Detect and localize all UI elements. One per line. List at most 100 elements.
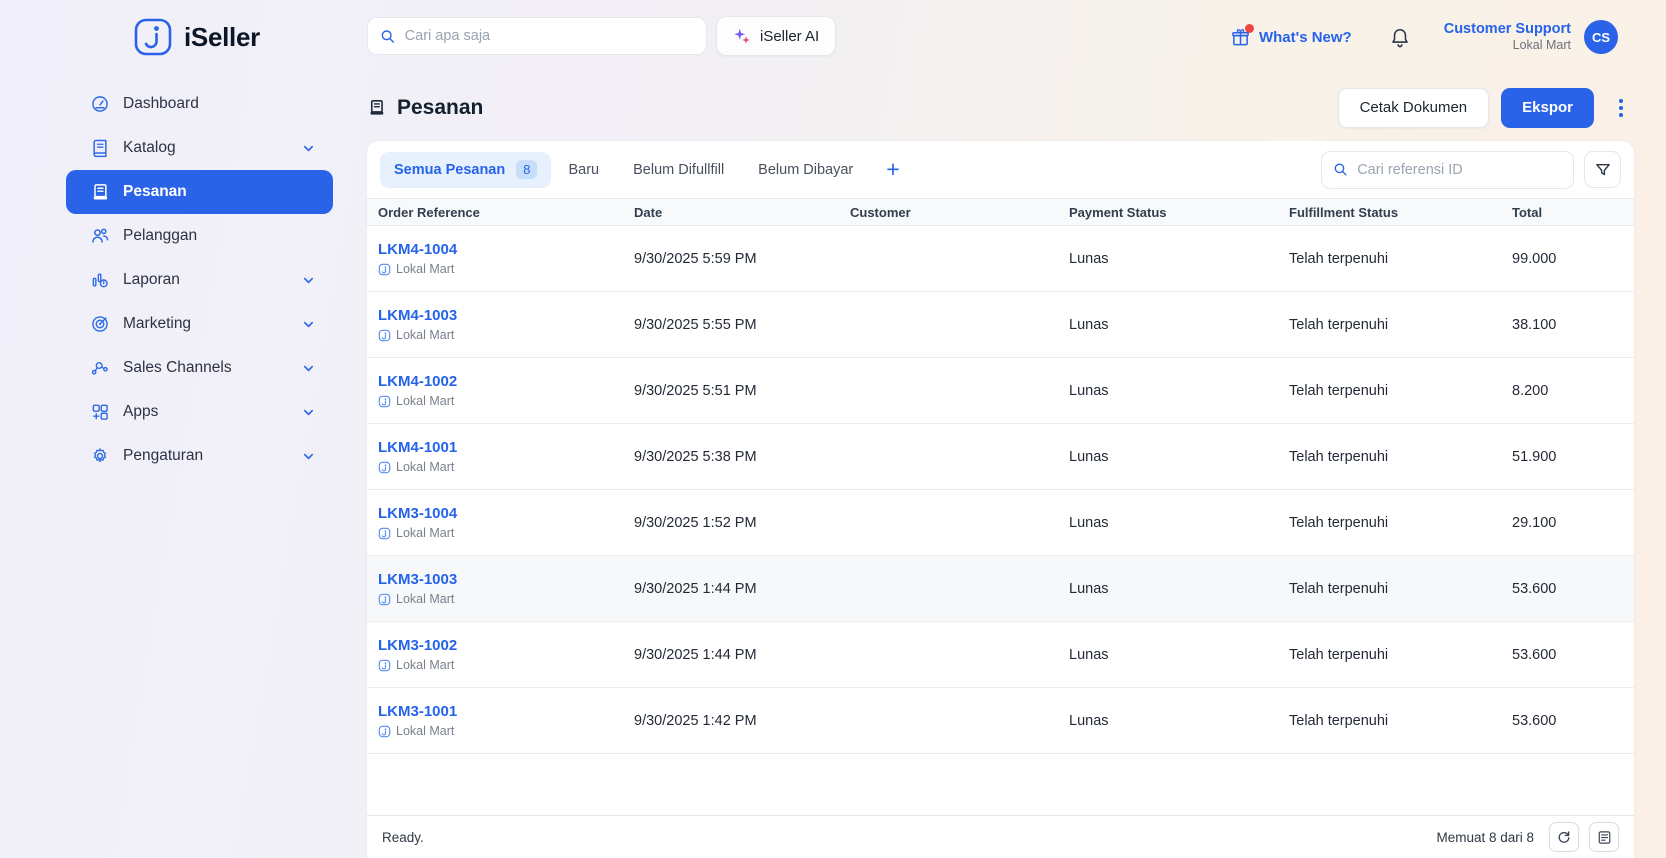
sidebar-item-katalog[interactable]: Katalog xyxy=(66,126,333,170)
iseller-ai-label: iSeller AI xyxy=(760,27,820,45)
order-total: 99.000 xyxy=(1512,250,1557,267)
account-menu[interactable]: Customer Support Lokal Mart xyxy=(1444,20,1571,54)
fulfillment-status: Telah terpenuhi xyxy=(1289,580,1389,597)
order-reference-link[interactable]: LKM4-1003 xyxy=(378,307,623,324)
store-icon xyxy=(378,527,391,539)
table-row[interactable]: LKM3-1001 Lokal Mart 9/30/2025 1:42 PM Luna… xyxy=(367,688,1634,754)
order-total: 29.100 xyxy=(1512,514,1557,531)
payment-status: Lunas xyxy=(1069,382,1109,399)
topbar-right: What's New? Customer Support Lokal Mart … xyxy=(1231,20,1618,54)
order-total: 8.200 xyxy=(1512,382,1549,399)
fulfillment-status: Telah terpenuhi xyxy=(1289,646,1389,663)
column-header[interactable]: Order Reference xyxy=(367,205,623,220)
print-documents-button[interactable]: Cetak Dokumen xyxy=(1337,87,1490,128)
column-header[interactable]: Date xyxy=(623,205,839,220)
settings-gear-icon xyxy=(90,446,110,466)
sidebar-item-label: Katalog xyxy=(123,139,176,156)
refresh-button[interactable] xyxy=(1549,822,1579,852)
sidebar-item-apps[interactable]: Apps xyxy=(66,390,333,434)
fulfillment-status: Telah terpenuhi xyxy=(1289,448,1389,465)
order-date: 9/30/2025 1:44 PM xyxy=(634,580,757,597)
account-name: Customer Support xyxy=(1443,21,1571,38)
order-reference-link[interactable]: LKM3-1004 xyxy=(378,505,623,522)
brand-logo[interactable]: iSeller xyxy=(133,17,260,57)
filter-button[interactable] xyxy=(1584,151,1621,188)
sidebar-item-label: Apps xyxy=(123,403,159,420)
sidebar-item-pelanggan[interactable]: Pelanggan xyxy=(66,214,333,258)
column-header[interactable]: Customer xyxy=(839,205,1058,220)
reference-search-input[interactable] xyxy=(1357,161,1562,178)
table-row[interactable]: LKM4-1001 Lokal Mart 9/30/2025 5:38 PM Luna… xyxy=(367,424,1634,490)
sidebar-item-pengaturan[interactable]: Pengaturan xyxy=(66,434,333,478)
tabs-row: Semua Pesanan 8 Baru Belum Difullfill Be… xyxy=(367,141,1634,198)
sidebar-item-label: Pengaturan xyxy=(123,447,204,464)
order-reference-link[interactable]: LKM4-1004 xyxy=(378,241,623,258)
table-row[interactable]: LKM4-1002 Lokal Mart 9/30/2025 5:51 PM Luna… xyxy=(367,358,1634,424)
order-reference-link[interactable]: LKM4-1002 xyxy=(378,373,623,390)
add-tab-button[interactable]: + xyxy=(886,158,899,181)
global-search[interactable] xyxy=(367,17,707,55)
column-header[interactable]: Total xyxy=(1501,205,1634,220)
notifications-bell-icon[interactable] xyxy=(1390,27,1410,48)
column-header[interactable]: Fulfillment Status xyxy=(1278,205,1501,220)
fulfillment-status: Telah terpenuhi xyxy=(1289,250,1389,267)
tab-baru[interactable]: Baru xyxy=(551,162,616,178)
global-search-input[interactable] xyxy=(404,28,694,44)
status-bar: Ready. Memuat 8 dari 8 xyxy=(367,815,1634,858)
top-bar: iSeller iSeller AI xyxy=(0,0,1666,74)
iseller-logo-icon xyxy=(134,18,172,56)
order-date: 9/30/2025 1:44 PM xyxy=(634,646,757,663)
store-icon xyxy=(378,263,391,275)
sidebar-item-pesanan[interactable]: Pesanan xyxy=(66,170,333,214)
payment-status: Lunas xyxy=(1069,580,1109,597)
sparkle-icon xyxy=(734,28,750,44)
store-label: Lokal Mart xyxy=(378,460,623,474)
status-text: Ready. xyxy=(382,829,424,845)
order-reference-link[interactable]: LKM3-1002 xyxy=(378,637,623,654)
tab-label: Semua Pesanan xyxy=(394,161,506,178)
order-reference-link[interactable]: LKM4-1001 xyxy=(378,439,623,456)
orders-icon xyxy=(90,182,110,202)
sidebar-item-dashboard[interactable]: Dashboard xyxy=(66,82,333,126)
sidebar-item-laporan[interactable]: Laporan xyxy=(66,258,333,302)
table-row[interactable]: LKM3-1004 Lokal Mart 9/30/2025 1:52 PM Luna… xyxy=(367,490,1634,556)
sidebar-item-sales-channels[interactable]: Sales Channels xyxy=(66,346,333,390)
table-row[interactable]: LKM4-1003 Lokal Mart 9/30/2025 5:55 PM Luna… xyxy=(367,292,1634,358)
order-reference-link[interactable]: LKM3-1003 xyxy=(378,571,623,588)
store-label: Lokal Mart xyxy=(378,658,623,672)
export-button[interactable]: Ekspor xyxy=(1501,87,1594,128)
more-options-icon[interactable] xyxy=(1608,88,1634,128)
store-icon xyxy=(378,329,391,341)
tab-belum-dibayar[interactable]: Belum Dibayar xyxy=(741,162,870,178)
payment-status: Lunas xyxy=(1069,514,1109,531)
tab-belum-difullfill[interactable]: Belum Difullfill xyxy=(616,162,741,178)
chevron-down-icon xyxy=(303,277,314,283)
store-icon xyxy=(378,461,391,473)
sidebar-item-marketing[interactable]: Marketing xyxy=(66,302,333,346)
order-date: 9/30/2025 5:38 PM xyxy=(634,448,757,465)
customers-icon xyxy=(90,226,110,246)
payment-status: Lunas xyxy=(1069,646,1109,663)
iseller-ai-button[interactable]: iSeller AI xyxy=(716,16,837,56)
reference-search[interactable] xyxy=(1321,150,1574,189)
table-row[interactable]: LKM4-1004 Lokal Mart 9/30/2025 5:59 PM Luna… xyxy=(367,226,1634,292)
table-row[interactable]: LKM3-1002 Lokal Mart 9/30/2025 1:44 PM Luna… xyxy=(367,622,1634,688)
order-date: 9/30/2025 5:51 PM xyxy=(634,382,757,399)
table-row[interactable]: LKM3-1003 Lokal Mart 9/30/2025 1:44 PM Luna… xyxy=(367,556,1634,622)
order-reference-link[interactable]: LKM3-1001 xyxy=(378,703,623,720)
store-label: Lokal Mart xyxy=(378,592,623,606)
view-options-button[interactable] xyxy=(1589,822,1619,852)
search-icon xyxy=(381,29,395,43)
orders-card: Semua Pesanan 8 Baru Belum Difullfill Be… xyxy=(367,141,1634,858)
column-header[interactable]: Payment Status xyxy=(1058,205,1278,220)
apps-icon xyxy=(90,402,110,422)
page-header: Pesanan Cetak Dokumen Ekspor xyxy=(356,74,1666,141)
avatar[interactable]: CS xyxy=(1584,20,1618,54)
sidebar: Dashboard Katalog Pesanan Pelanggan Lapo… xyxy=(0,74,356,858)
brand-name: iSeller xyxy=(184,21,260,52)
whats-new-button[interactable]: What's New? xyxy=(1231,23,1352,47)
refresh-icon xyxy=(1558,831,1570,843)
order-total: 53.600 xyxy=(1512,712,1557,729)
tab-semua-pesanan[interactable]: Semua Pesanan 8 xyxy=(380,151,552,188)
gift-icon xyxy=(1231,23,1254,47)
